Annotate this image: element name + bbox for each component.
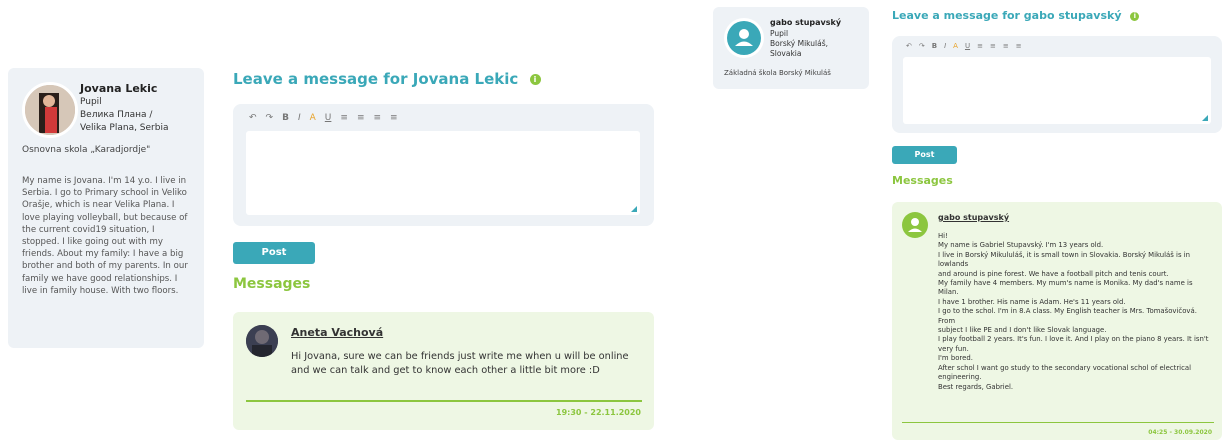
- align-center-icon[interactable]: ≡: [357, 113, 365, 123]
- message-timestamp: 19:30 - 22.11.2020: [556, 408, 641, 417]
- profile-location-line2: Slovakia: [770, 49, 802, 58]
- align-right-icon[interactable]: ≡: [373, 113, 381, 123]
- text-color-icon[interactable]: A: [310, 113, 316, 123]
- message-card: gabo stupavský Hi! My name is Gabriel St…: [892, 202, 1222, 440]
- avatar[interactable]: [22, 82, 78, 138]
- message-textarea[interactable]: [246, 131, 640, 215]
- message-textarea[interactable]: [903, 57, 1211, 124]
- profile-location-line2: Velika Plana, Serbia: [80, 123, 169, 133]
- message-text: Hi Jovana, sure we can be friends just w…: [291, 351, 629, 376]
- message-divider: [902, 422, 1214, 423]
- resize-handle[interactable]: [631, 206, 637, 212]
- undo-icon[interactable]: ↶: [906, 42, 912, 50]
- profile-card-jovana: Jovana Lekic Pupil Велика Плана / Velika…: [8, 68, 204, 348]
- leave-message-heading-text: Leave a message for Jovana Lekic: [233, 70, 519, 88]
- underline-icon[interactable]: U: [965, 42, 970, 50]
- profile-card-gabo: gabo stupavský Pupil Borský Mikuláš, Slo…: [713, 7, 869, 89]
- message-divider: [246, 400, 642, 402]
- messages-heading: Messages: [892, 174, 953, 187]
- avatar[interactable]: [246, 325, 278, 357]
- profile-bio: My name is Jovana. I'm 14 y.o. I live in…: [22, 176, 188, 296]
- message-timestamp: 04:25 - 30.09.2020: [1148, 429, 1212, 436]
- justify-icon[interactable]: ≡: [390, 113, 398, 123]
- message-author[interactable]: Aneta Vachová: [291, 326, 383, 339]
- info-icon[interactable]: i: [529, 74, 541, 85]
- leave-message-heading-text: Leave a message for gabo stupavský: [892, 9, 1122, 22]
- avatar[interactable]: [902, 212, 928, 238]
- profile-name[interactable]: Jovana Lekic: [80, 82, 157, 95]
- leave-message-heading: Leave a message for Jovana Lekic i: [233, 70, 541, 88]
- message-author[interactable]: gabo stupavský: [938, 213, 1009, 222]
- profile-role: Pupil: [770, 29, 789, 38]
- align-center-icon[interactable]: ≡: [990, 42, 996, 50]
- profile-role: Pupil: [80, 97, 102, 107]
- user-icon: [902, 212, 928, 238]
- profile-location-line1: Велика Плана /: [80, 110, 153, 120]
- messages-heading: Messages: [233, 276, 311, 292]
- user-icon: [727, 21, 761, 55]
- message-text: Hi! My name is Gabriel Stupavský. I'm 13…: [938, 232, 1209, 391]
- profile-school: Základná škola Borský Mikuláš: [724, 69, 831, 77]
- justify-icon[interactable]: ≡: [1016, 42, 1022, 50]
- bold-icon[interactable]: B: [932, 42, 937, 50]
- redo-icon[interactable]: ↷: [919, 42, 925, 50]
- italic-icon[interactable]: I: [298, 113, 301, 123]
- align-left-icon[interactable]: ≡: [340, 113, 348, 123]
- avatar-photo: [25, 85, 75, 135]
- text-color-icon[interactable]: A: [953, 42, 958, 50]
- align-left-icon[interactable]: ≡: [977, 42, 983, 50]
- align-right-icon[interactable]: ≡: [1003, 42, 1009, 50]
- info-icon[interactable]: i: [1130, 11, 1140, 21]
- profile-name[interactable]: gabo stupavský: [770, 18, 841, 27]
- avatar[interactable]: [724, 18, 764, 58]
- message-editor: ↶ ↷ B I A U ≡ ≡ ≡ ≡: [233, 104, 654, 226]
- message-editor: ↶ ↷ B I A U ≡ ≡ ≡ ≡: [892, 36, 1222, 133]
- redo-icon[interactable]: ↷: [266, 113, 274, 123]
- underline-icon[interactable]: U: [325, 113, 332, 123]
- profile-school: Osnovna skola „Karadjordje": [22, 145, 151, 155]
- resize-handle[interactable]: [1202, 115, 1208, 121]
- editor-toolbar: ↶ ↷ B I A U ≡ ≡ ≡ ≡: [906, 42, 1022, 50]
- avatar-photo: [246, 325, 278, 357]
- message-card: Aneta Vachová Hi Jovana, sure we can be …: [233, 312, 654, 430]
- undo-icon[interactable]: ↶: [249, 113, 257, 123]
- italic-icon[interactable]: I: [944, 42, 946, 50]
- leave-message-heading: Leave a message for gabo stupavský i: [892, 9, 1140, 22]
- bold-icon[interactable]: B: [282, 113, 289, 123]
- post-button[interactable]: Post: [892, 146, 957, 164]
- editor-toolbar: ↶ ↷ B I A U ≡ ≡ ≡ ≡: [249, 113, 398, 123]
- post-button[interactable]: Post: [233, 242, 315, 264]
- profile-location-line1: Borský Mikuláš,: [770, 39, 829, 48]
